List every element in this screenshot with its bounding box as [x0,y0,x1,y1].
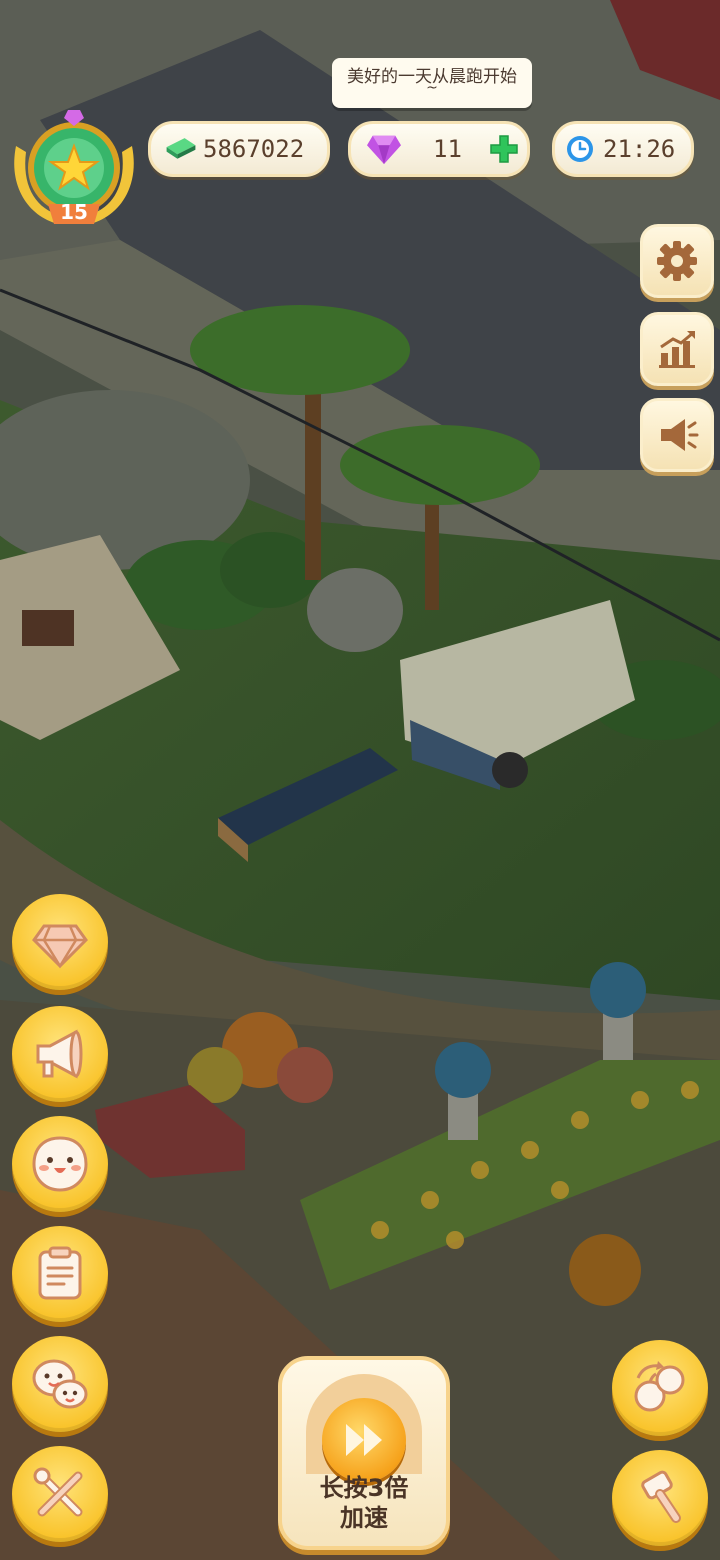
gear-icon [657,241,697,281]
build-tools-button[interactable] [12,1446,108,1542]
statistics-button[interactable] [640,312,714,386]
diamond-shop-button[interactable] [12,894,108,990]
speech-bubble: 美好的一天从晨跑开始 ~ [332,58,532,108]
announcement-icon [661,419,699,451]
clipboard-icon [38,1246,82,1300]
announcement-button[interactable] [640,398,714,472]
settings-button[interactable] [640,224,714,298]
renovate-button[interactable] [612,1450,708,1546]
speed-up-label-line2: 加速 [340,1504,388,1532]
add-gems-icon[interactable] [489,134,519,164]
clock-time: 21:26 [603,135,676,163]
hammer-icon [641,1470,681,1523]
clock-icon [567,136,593,162]
game-clock: 21:26 [552,121,694,177]
fruit-exchange-button[interactable] [612,1340,708,1436]
speed-up-button[interactable]: 长按3倍 加速 [278,1356,450,1550]
speed-up-label-line1: 长按3倍 [319,1474,409,1502]
cash-counter[interactable]: 5867022 [148,121,330,177]
speech-bubble-tail: ~ [426,80,438,96]
fast-forward-icon [346,1424,382,1456]
fast-forward-coin [322,1398,406,1482]
tools-icon [33,1467,83,1517]
tasks-button[interactable] [12,1226,108,1322]
smiley-face-icon [32,1136,88,1192]
gem-icon [367,135,401,165]
promotion-button[interactable] [12,1006,108,1102]
happiness-button[interactable] [12,1116,108,1212]
gem-amount: 11 [433,135,462,163]
diamond-icon [32,924,88,969]
level-badge[interactable]: 15 [8,106,140,238]
level-number: 15 [60,200,88,224]
cash-amount: 5867022 [203,135,305,163]
megaphone-icon [36,1029,83,1079]
cash-icon [166,138,196,159]
stats-chart-icon [659,331,695,368]
chat-faces-icon [32,1359,88,1409]
gem-counter[interactable]: 11 [348,121,530,177]
fruit-swap-icon [634,1361,685,1412]
chat-button[interactable] [12,1336,108,1432]
